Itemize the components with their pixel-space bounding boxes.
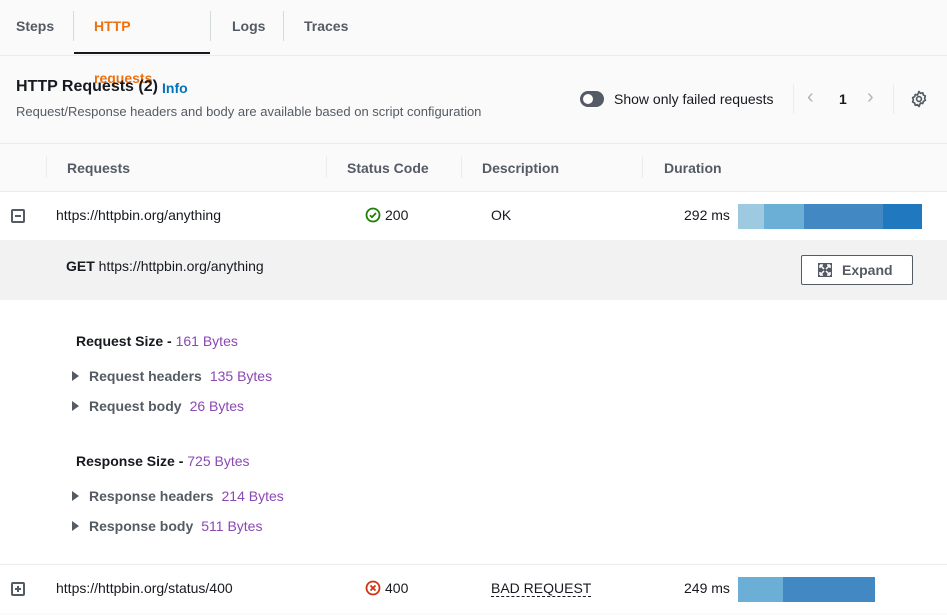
column-requests[interactable]: Requests (67, 160, 130, 176)
panel-header: HTTP Requests (2) Info Request/Response … (0, 57, 947, 143)
request-body-toggle[interactable]: Request body 26 Bytes (72, 398, 244, 414)
response-headers-toggle[interactable]: Response headers 214 Bytes (72, 488, 284, 504)
request-size-label: Request Size - (76, 333, 172, 349)
response-headers-label: Response headers (89, 488, 214, 504)
response-body-toggle[interactable]: Response body 511 Bytes (72, 518, 262, 534)
request-headers-toggle[interactable]: Request headers 135 Bytes (72, 368, 272, 384)
table-header: Requests Status Code Description Duratio… (0, 143, 947, 192)
column-duration[interactable]: Duration (664, 160, 722, 176)
column-description[interactable]: Description (482, 160, 559, 176)
response-body-size: 511 Bytes (201, 518, 263, 534)
status-description-text[interactable]: BAD REQUEST (491, 580, 592, 597)
page-number[interactable]: 1 (839, 91, 847, 107)
status-description: OK (491, 207, 512, 223)
tab-divider (283, 11, 284, 41)
success-check-icon (365, 207, 381, 223)
divider (793, 84, 794, 114)
column-divider (46, 156, 47, 178)
status-code: 200 (385, 207, 409, 223)
response-size-value: 725 Bytes (187, 453, 250, 469)
expand-row-icon[interactable] (11, 582, 25, 596)
page-title: HTTP Requests (2) (16, 78, 158, 95)
failed-requests-toggle[interactable] (580, 91, 604, 107)
request-detail-body: Request Size - 161 Bytes Request headers… (0, 300, 947, 565)
http-method: GET (66, 258, 95, 274)
expand-label: Expand (842, 262, 893, 278)
timing-segment[interactable] (883, 204, 922, 229)
table-row[interactable]: https://httpbin.org/anything 200 OK 292 … (0, 192, 947, 240)
timing-segment[interactable] (783, 577, 875, 602)
column-divider (326, 156, 327, 178)
tab-traces[interactable]: Traces (304, 0, 348, 54)
request-headers-size: 135 Bytes (209, 368, 273, 384)
response-headers-size: 214 Bytes (221, 488, 284, 504)
tab-divider (210, 11, 211, 41)
panel-description: Request/Response headers and body are av… (16, 104, 482, 119)
timing-bar[interactable] (738, 577, 875, 602)
expand-icon (818, 263, 832, 277)
error-x-icon (365, 580, 381, 596)
timing-bar[interactable] (738, 204, 922, 229)
request-url: https://httpbin.org/anything (56, 207, 221, 223)
caret-right-icon (72, 401, 79, 411)
expand-button[interactable]: Expand (801, 255, 913, 285)
tab-bar: Steps HTTP requests Logs Traces (0, 0, 947, 86)
request-body-label: Request body (89, 398, 182, 414)
detail-url: https://httpbin.org/anything (98, 258, 264, 274)
gear-icon[interactable] (910, 90, 928, 108)
table-row[interactable]: https://httpbin.org/status/400 400 BAD R… (0, 565, 947, 613)
timing-segment[interactable] (763, 204, 805, 229)
request-detail-header: GET https://httpbin.org/anything Expand (0, 240, 947, 300)
chevron-right-icon[interactable]: › (867, 87, 874, 107)
caret-right-icon (72, 521, 79, 531)
response-body-label: Response body (89, 518, 194, 534)
status-code: 400 (385, 580, 409, 596)
timing-segment[interactable] (738, 204, 764, 229)
response-size-label: Response Size - (76, 453, 184, 469)
request-line: GET https://httpbin.org/anything (66, 258, 264, 274)
request-url: https://httpbin.org/status/400 (56, 580, 233, 596)
response-size: Response Size - 725 Bytes (76, 453, 250, 469)
caret-right-icon (72, 371, 79, 381)
duration: 249 ms (684, 580, 730, 596)
timing-segment[interactable] (738, 577, 784, 602)
column-divider (461, 156, 462, 178)
tab-logs[interactable]: Logs (232, 0, 265, 54)
caret-right-icon (72, 491, 79, 501)
request-size: Request Size - 161 Bytes (76, 333, 238, 349)
request-size-value: 161 Bytes (175, 333, 238, 349)
chevron-left-icon[interactable]: ‹ (807, 87, 814, 107)
info-link[interactable]: Info (162, 80, 188, 96)
tab-http-requests[interactable]: HTTP requests (74, 0, 210, 86)
toggle-label: Show only failed requests (614, 91, 774, 107)
duration: 292 ms (684, 207, 730, 223)
column-divider (642, 156, 643, 178)
tab-steps[interactable]: Steps (16, 0, 54, 54)
column-status-code[interactable]: Status Code (347, 160, 429, 176)
collapse-icon[interactable] (11, 209, 25, 223)
timing-segment[interactable] (804, 204, 884, 229)
request-headers-label: Request headers (89, 368, 202, 384)
request-body-size: 26 Bytes (189, 398, 245, 414)
status-description: BAD REQUEST (491, 580, 592, 597)
divider (893, 84, 894, 114)
